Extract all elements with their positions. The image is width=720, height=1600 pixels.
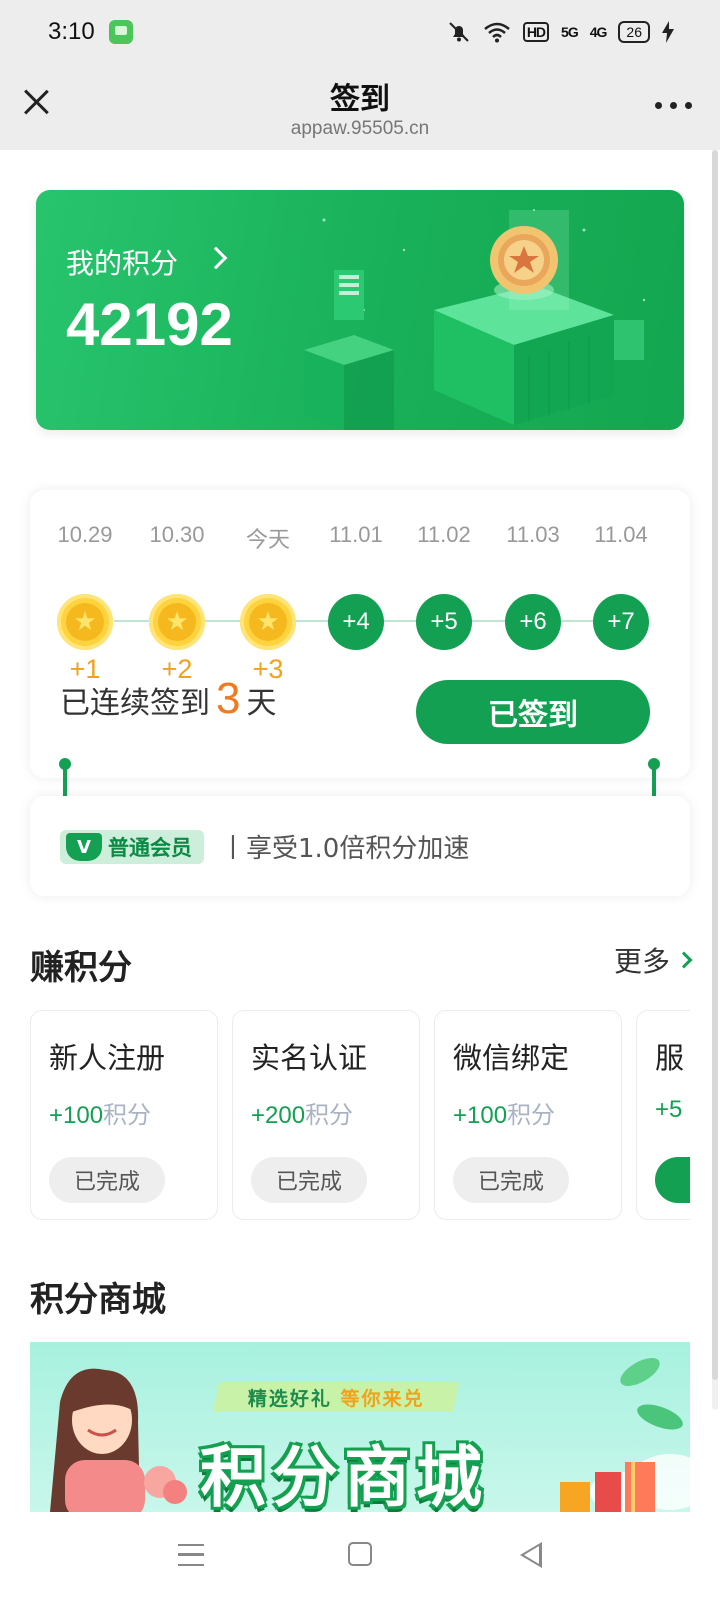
checkin-days: 10.29 ★ +1 10.30 ★ +2 今天 ★ +3 11.01 +4 1… — [30, 522, 690, 684]
task-points: +100积分 — [453, 1095, 555, 1130]
streak-prefix: 已连续签到 — [60, 686, 210, 721]
day-bonus: +4 — [328, 594, 384, 650]
earn-points-title: 赚积分 — [30, 948, 132, 988]
points-value: 42192 — [66, 291, 233, 358]
day-date: 今天 — [245, 527, 290, 552]
system-navigation-bar — [0, 1512, 720, 1600]
more-label: 更多 — [613, 945, 670, 978]
vip-shield-icon: V — [66, 833, 102, 861]
streak-days: 3 — [216, 674, 241, 723]
checkin-day: 11.01 — [311, 522, 401, 548]
points-mall-title: 积分商城 — [30, 1280, 166, 1320]
task-points-value: +100 — [453, 1102, 508, 1129]
status-icons: HD 5G 4G 26 — [447, 20, 674, 44]
task-title: 服 — [655, 1041, 685, 1075]
scrollbar-thumb[interactable] — [712, 150, 718, 1380]
task-points-value: +100 — [49, 1102, 104, 1129]
mute-bell-icon — [449, 22, 469, 42]
task-points-value: +5 — [655, 1096, 683, 1123]
task-card[interactable]: 实名认证 +200积分 已完成 — [232, 1010, 420, 1220]
task-points-unit: 积分 — [507, 1101, 556, 1129]
day-date: 11.02 — [417, 522, 471, 547]
member-level: 普通会员 — [108, 836, 192, 860]
chevron-right-icon — [675, 951, 693, 969]
title-bar: 签到 appaw.95505.cn — [0, 64, 720, 150]
message-notification-icon — [108, 20, 133, 44]
wifi-icon — [484, 22, 510, 43]
banner-tag-a: 精选好礼 — [247, 1387, 332, 1410]
charging-icon — [662, 21, 674, 43]
scrollbar[interactable] — [712, 150, 718, 1410]
day-date: 10.29 — [57, 522, 113, 547]
battery-indicator: 26 — [618, 21, 650, 43]
member-benefit: 丨享受1.0倍积分加速 — [220, 834, 470, 864]
signal-5g: 5G — [561, 24, 579, 40]
checkin-day: 10.29 — [40, 522, 130, 548]
signal-4g: 4G — [589, 24, 608, 40]
task-points: +5 — [655, 1095, 682, 1124]
task-title: 实名认证 — [251, 1041, 368, 1075]
task-points-unit: 积分 — [103, 1101, 152, 1129]
banner-tag-b: 等你来兑 — [340, 1387, 425, 1410]
gold-coin-star-icon: ★ — [149, 594, 205, 650]
back-icon[interactable] — [520, 1542, 542, 1568]
chevron-right-icon — [204, 246, 228, 270]
task-status-button[interactable] — [655, 1157, 690, 1203]
day-date: 11.04 — [594, 522, 648, 547]
points-mall-banner[interactable]: 精选好礼 等你来兑 积分商城 — [30, 1342, 690, 1512]
task-status-button[interactable]: 已完成 — [49, 1157, 165, 1203]
checkin-day: 11.04 — [576, 522, 666, 548]
home-icon[interactable] — [348, 1542, 372, 1566]
isometric-coin-building-illustration — [304, 209, 646, 430]
task-title: 微信绑定 — [453, 1041, 570, 1075]
task-status-button[interactable]: 已完成 — [453, 1157, 569, 1203]
checkin-day: 10.30 — [132, 522, 222, 548]
recent-apps-icon[interactable] — [178, 1544, 204, 1566]
task-points: +100积分 — [49, 1095, 151, 1130]
day-date: 10.30 — [149, 522, 205, 547]
checkin-day: 今天 — [223, 522, 313, 554]
checkin-calendar-card: 10.29 ★ +1 10.30 ★ +2 今天 ★ +3 11.01 +4 1… — [30, 490, 690, 778]
membership-card[interactable]: V 普通会员 丨享受1.0倍积分加速 — [30, 796, 690, 896]
checkin-day: 11.02 — [399, 522, 489, 548]
task-status-button[interactable]: 已完成 — [251, 1157, 367, 1203]
girl-illustration — [50, 1368, 187, 1512]
page-title: 签到 — [330, 82, 390, 117]
points-label: 我的积分 — [66, 247, 179, 280]
streak-suffix: 天 — [246, 686, 277, 721]
streak-text: 已连续签到 3 天 — [60, 674, 276, 724]
day-bonus: +6 — [505, 594, 561, 650]
signed-in-button[interactable]: 已签到 — [416, 680, 650, 744]
status-bar: 3:10 HD 5G 4G 26 — [0, 0, 720, 64]
hd-indicator: HD — [522, 22, 550, 42]
page-url: appaw.95505.cn — [290, 118, 430, 139]
task-points-unit: 积分 — [305, 1101, 354, 1129]
gift-boxes-illustration — [560, 1358, 690, 1512]
more-options-icon[interactable] — [655, 102, 692, 109]
task-card[interactable]: 微信绑定 +100积分 已完成 — [434, 1010, 622, 1220]
task-points-value: +200 — [251, 1102, 306, 1129]
task-points: +200积分 — [251, 1095, 353, 1130]
my-points-card[interactable]: 我的积分 42192 — [36, 190, 684, 430]
day-bonus: +5 — [416, 594, 472, 650]
day-date: 11.03 — [506, 522, 560, 547]
day-date: 11.01 — [329, 522, 383, 547]
status-time: 3:10 — [48, 18, 95, 45]
tasks-carousel[interactable]: 新人注册 +100积分 已完成 实名认证 +200积分 已完成 微信绑定 +10… — [30, 1010, 690, 1222]
task-title: 新人注册 — [49, 1041, 166, 1075]
gold-coin-star-icon: ★ — [240, 594, 296, 650]
task-card[interactable]: 服 +5 — [636, 1010, 690, 1220]
more-tasks-link[interactable]: 更多 — [613, 940, 693, 980]
banner-title: 积分商城 — [200, 1439, 488, 1512]
banner-tag: 精选好礼 等你来兑 — [212, 1382, 460, 1412]
gold-coin-star-icon: ★ — [57, 594, 113, 650]
day-bonus: +7 — [593, 594, 649, 650]
checkin-day: 11.03 — [488, 522, 578, 548]
member-badge: V 普通会员 — [60, 830, 204, 864]
task-card[interactable]: 新人注册 +100积分 已完成 — [30, 1010, 218, 1220]
